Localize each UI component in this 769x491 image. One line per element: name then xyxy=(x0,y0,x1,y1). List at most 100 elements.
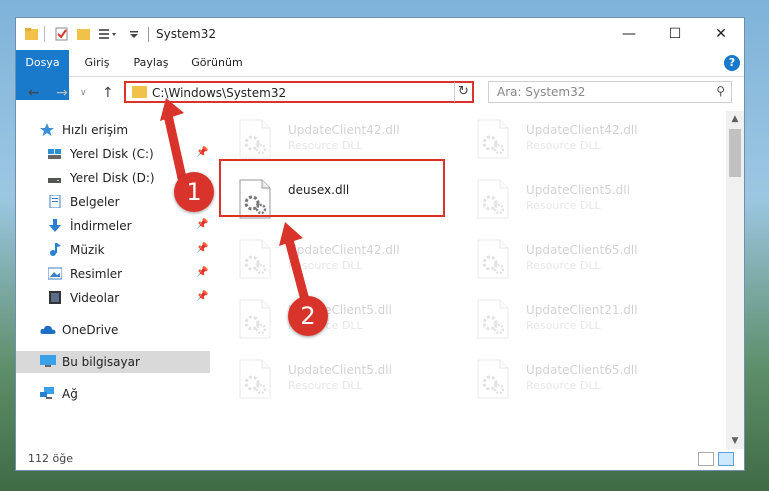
close-button[interactable]: ✕ xyxy=(698,18,744,50)
sidebar-item-videos[interactable]: Videolar 📌 xyxy=(16,287,210,309)
details-view-icon[interactable] xyxy=(698,452,714,466)
dll-file-icon xyxy=(239,239,271,279)
recent-locations-icon[interactable]: ∨ xyxy=(80,88,87,98)
documents-icon xyxy=(49,195,61,208)
navigation-bar: ← → ∨ ↑ C:\Windows\System32 ∨ ↻ Ara: Sys… xyxy=(16,77,744,111)
computer-icon xyxy=(40,355,56,367)
pin-icon: 📌 xyxy=(196,243,209,254)
scroll-down-icon[interactable]: ▼ xyxy=(726,433,744,449)
scroll-up-icon[interactable]: ▲ xyxy=(726,111,744,127)
properties-icon[interactable] xyxy=(54,26,70,42)
sidebar-item-music[interactable]: Müzik 📌 xyxy=(16,239,210,261)
pin-icon: 📌 xyxy=(196,219,209,230)
star-icon xyxy=(40,123,54,136)
customize-toolbar-icon[interactable] xyxy=(98,26,118,42)
sidebar-item-onedrive[interactable]: OneDrive xyxy=(16,319,210,341)
music-icon xyxy=(50,243,61,256)
file-name: UpdateClient42.dll xyxy=(288,243,400,257)
file-item[interactable]: UpdateClient65.dll Resource DLL xyxy=(472,355,702,405)
drive-icon xyxy=(48,149,61,159)
back-arrow-icon[interactable]: ← xyxy=(28,85,40,101)
dll-file-icon xyxy=(477,299,509,339)
explorer-window: System32 — ☐ ✕ Dosya Giriş Paylaş Görünü… xyxy=(16,18,744,470)
address-bar[interactable]: C:\Windows\System32 ∨ xyxy=(124,81,474,103)
new-folder-icon[interactable] xyxy=(76,26,92,42)
pin-icon: 📌 xyxy=(196,267,209,278)
file-highlight-box xyxy=(219,159,445,217)
sidebar-item-this-pc[interactable]: Bu bilgisayar xyxy=(16,351,210,373)
quick-access-dropdown-icon[interactable] xyxy=(128,26,140,42)
folder-icon[interactable] xyxy=(24,26,40,42)
network-icon xyxy=(40,387,54,399)
title-bar: System32 — ☐ ✕ xyxy=(16,18,744,50)
sidebar-item-label: Resimler xyxy=(70,267,123,281)
file-item[interactable]: UpdateClient5.dll Resource DLL xyxy=(234,355,464,405)
sidebar-item-label: Hızlı erişim xyxy=(62,123,129,137)
drive-icon xyxy=(48,178,61,183)
file-item[interactable]: UpdateClient42.dll Resource DLL xyxy=(234,235,464,285)
file-name: UpdateClient42.dll xyxy=(526,123,638,137)
folder-icon xyxy=(132,86,147,98)
dll-file-icon xyxy=(477,119,509,159)
sidebar-item-label: Ağ xyxy=(62,387,78,401)
sidebar-item-label: Yerel Disk (D:) xyxy=(70,171,155,185)
dll-file-icon xyxy=(239,359,271,399)
refresh-button[interactable]: ↻ xyxy=(454,81,474,103)
item-count: 112 öğe xyxy=(28,452,73,465)
sidebar-item-label: Belgeler xyxy=(70,195,120,209)
sidebar-item-quick-access[interactable]: Hızlı erişim xyxy=(16,119,210,141)
file-item[interactable]: UpdateClient42.dll Resource DLL xyxy=(234,115,464,165)
file-name: UpdateClient65.dll xyxy=(526,243,638,257)
step-2-badge: 2 xyxy=(288,296,328,336)
file-item[interactable]: UpdateClient5.dllResource DLL xyxy=(234,295,464,345)
sidebar-item-label: Bu bilgisayar xyxy=(62,355,140,369)
help-icon[interactable]: ? xyxy=(724,55,740,71)
sidebar-item-local-disk-c[interactable]: Yerel Disk (C:) 📌 xyxy=(16,143,210,165)
toolbar-divider xyxy=(44,26,45,42)
file-type: Resource DLL xyxy=(288,379,363,392)
search-input[interactable]: Ara: System32 ⚲ xyxy=(488,81,732,103)
file-type: Resource DLL xyxy=(526,259,601,272)
file-type: Resource DLL xyxy=(288,259,363,272)
file-name: UpdateClient5.dll xyxy=(526,183,630,197)
dll-file-icon xyxy=(477,359,509,399)
file-type: Resource DLL xyxy=(526,379,601,392)
videos-icon xyxy=(49,291,61,304)
file-item[interactable]: UpdateClient5.dll Resource DLL xyxy=(472,175,702,225)
sidebar-item-downloads[interactable]: İndirmeler 📌 xyxy=(16,215,210,237)
forward-arrow-icon[interactable]: → xyxy=(56,85,68,101)
sidebar-item-network[interactable]: Ağ xyxy=(16,383,210,405)
file-name: UpdateClient21.dll xyxy=(526,303,638,317)
title-divider xyxy=(148,27,149,42)
sidebar-item-pictures[interactable]: Resimler 📌 xyxy=(16,263,210,285)
sidebar-item-label: Yerel Disk (C:) xyxy=(70,147,154,161)
window-title: System32 xyxy=(156,27,217,41)
file-item[interactable]: UpdateClient21.dll Resource DLL xyxy=(472,295,702,345)
maximize-button[interactable]: ☐ xyxy=(652,18,698,50)
file-type: Resource DLL xyxy=(526,139,601,152)
status-bar: 112 öğe xyxy=(16,449,744,470)
file-name: UpdateClient42.dll xyxy=(288,123,400,137)
sidebar-item-label: İndirmeler xyxy=(70,219,132,233)
tab-view[interactable]: Görünüm xyxy=(188,50,246,76)
tab-home[interactable]: Giriş xyxy=(78,50,116,76)
search-icon: ⚲ xyxy=(716,84,725,98)
large-icons-view-icon[interactable] xyxy=(718,452,734,466)
file-item[interactable]: UpdateClient65.dll Resource DLL xyxy=(472,235,702,285)
file-type: Resource DLL xyxy=(526,319,601,332)
dll-file-icon xyxy=(477,239,509,279)
file-name: UpdateClient5.dll xyxy=(288,363,392,377)
scrollbar-thumb[interactable] xyxy=(729,129,741,177)
step-1-badge: 1 xyxy=(174,172,214,212)
dll-file-icon xyxy=(477,179,509,219)
search-placeholder: Ara: System32 xyxy=(497,85,586,99)
file-item[interactable]: UpdateClient42.dll Resource DLL xyxy=(472,115,702,165)
navigation-pane: Hızlı erişim Yerel Disk (C:) 📌 Yerel Dis… xyxy=(16,111,210,441)
sidebar-item-label: Videolar xyxy=(70,291,120,305)
tab-share[interactable]: Paylaş xyxy=(128,50,174,76)
vertical-scrollbar[interactable]: ▲ ▼ xyxy=(726,111,744,449)
minimize-button[interactable]: — xyxy=(606,18,652,50)
dll-file-icon xyxy=(239,299,271,339)
up-arrow-icon[interactable]: ↑ xyxy=(102,85,114,101)
file-type: Resource DLL xyxy=(526,199,601,212)
